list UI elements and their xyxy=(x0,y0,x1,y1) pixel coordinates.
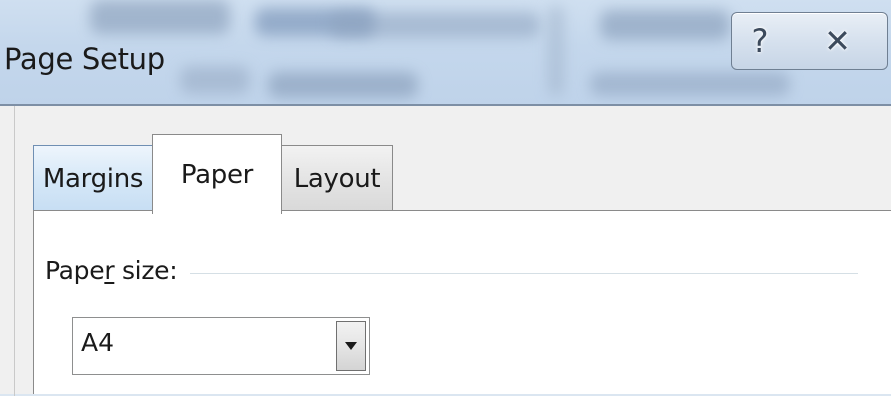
title-bar[interactable]: Page Setup ? ✕ xyxy=(0,0,891,104)
tab-layout-label: Layout xyxy=(293,163,381,194)
blurred-background-shape xyxy=(590,72,790,96)
tab-paper-label: Paper xyxy=(180,159,254,190)
close-button[interactable]: ✕ xyxy=(788,12,888,70)
group-separator-line xyxy=(190,273,858,274)
dropdown-arrow-button[interactable] xyxy=(336,321,366,371)
paper-size-dropdown[interactable]: A4 xyxy=(72,317,370,375)
paper-size-group-label: Paper size: xyxy=(45,256,186,285)
help-button[interactable]: ? xyxy=(731,12,789,70)
window-title: Page Setup xyxy=(4,42,165,76)
blurred-background-shape xyxy=(90,0,230,34)
tab-paper[interactable]: Paper xyxy=(152,134,282,214)
paper-size-value: A4 xyxy=(81,328,115,357)
close-icon: ✕ xyxy=(824,22,851,60)
tab-margins-label: Margins xyxy=(42,163,144,194)
tab-layout[interactable]: Layout xyxy=(281,145,393,211)
help-icon: ? xyxy=(751,22,769,60)
blurred-background-shape xyxy=(330,12,540,38)
blurred-background-shape xyxy=(548,6,564,96)
blurred-background-shape xyxy=(600,10,730,40)
blurred-background-shape xyxy=(268,72,418,98)
chevron-down-icon xyxy=(345,342,357,350)
blurred-background-shape xyxy=(180,66,250,94)
paper-size-label-part: size: xyxy=(114,256,178,285)
tab-margins[interactable]: Margins xyxy=(33,145,153,211)
paper-size-mnemonic: r xyxy=(104,256,115,285)
paper-size-label-part: Pape xyxy=(45,256,105,285)
